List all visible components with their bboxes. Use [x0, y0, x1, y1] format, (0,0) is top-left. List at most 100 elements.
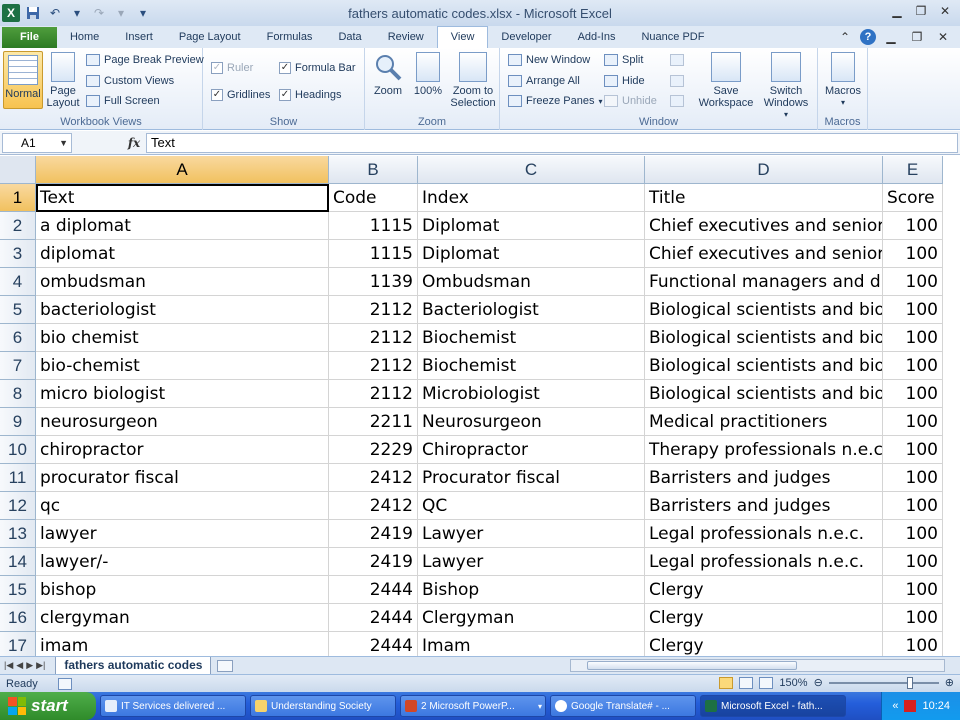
- tab-formulas[interactable]: Formulas: [254, 27, 326, 48]
- cell-e7[interactable]: 100: [883, 352, 943, 380]
- cell-b16[interactable]: 2444: [329, 604, 418, 632]
- save-workspace-button[interactable]: Save Workspace: [698, 52, 754, 109]
- redo-dropdown-icon[interactable]: ▾: [112, 4, 130, 22]
- cell-a9[interactable]: neurosurgeon: [36, 408, 329, 436]
- cell-c10[interactable]: Chiropractor: [418, 436, 645, 464]
- cell-b15[interactable]: 2444: [329, 576, 418, 604]
- normal-view-button[interactable]: Normal: [3, 51, 43, 109]
- cell-d13[interactable]: Legal professionals n.e.c.: [645, 520, 883, 548]
- cell-e15[interactable]: 100: [883, 576, 943, 604]
- cell-e4[interactable]: 100: [883, 268, 943, 296]
- cell-d1[interactable]: Title: [645, 184, 883, 212]
- cell-e10[interactable]: 100: [883, 436, 943, 464]
- row-header[interactable]: 9: [0, 408, 36, 436]
- switch-windows-button[interactable]: Switch Windows ▾: [756, 52, 816, 121]
- select-all-corner[interactable]: [0, 156, 36, 184]
- cell-a6[interactable]: bio chemist: [36, 324, 329, 352]
- cell-c5[interactable]: Bacteriologist: [418, 296, 645, 324]
- cell-b2[interactable]: 1115: [329, 212, 418, 240]
- cell-b13[interactable]: 2419: [329, 520, 418, 548]
- row-header[interactable]: 6: [0, 324, 36, 352]
- horizontal-scrollbar[interactable]: [570, 659, 945, 672]
- zoom-to-selection-button[interactable]: Zoom to Selection: [449, 52, 497, 109]
- full-screen-button[interactable]: Full Screen: [86, 95, 160, 107]
- tab-insert[interactable]: Insert: [112, 27, 166, 48]
- cell-c14[interactable]: Lawyer: [418, 548, 645, 576]
- row-header[interactable]: 2: [0, 212, 36, 240]
- prev-sheet-icon[interactable]: ◀: [16, 660, 23, 671]
- cell-c15[interactable]: Bishop: [418, 576, 645, 604]
- cell-d15[interactable]: Clergy: [645, 576, 883, 604]
- next-sheet-icon[interactable]: ▶: [26, 660, 33, 671]
- synchronous-scrolling-button[interactable]: [670, 75, 684, 87]
- ruler-checkbox[interactable]: ✓ Ruler: [211, 62, 253, 74]
- cell-a4[interactable]: ombudsman: [36, 268, 329, 296]
- tab-view[interactable]: View: [436, 26, 489, 48]
- cell-d9[interactable]: Medical practitioners: [645, 408, 883, 436]
- zoom-100-button[interactable]: 100%: [411, 52, 445, 97]
- freeze-panes-button[interactable]: Freeze Panes ▾: [508, 95, 603, 107]
- cell-b1[interactable]: Code: [329, 184, 418, 212]
- row-header[interactable]: 8: [0, 380, 36, 408]
- tab-add-ins[interactable]: Add-Ins: [565, 27, 629, 48]
- row-header[interactable]: 15: [0, 576, 36, 604]
- row-header[interactable]: 4: [0, 268, 36, 296]
- page-break-status-icon[interactable]: [759, 676, 774, 689]
- cell-a17[interactable]: imam: [36, 632, 329, 656]
- row-header[interactable]: 12: [0, 492, 36, 520]
- cell-d12[interactable]: Barristers and judges: [645, 492, 883, 520]
- cell-c6[interactable]: Biochemist: [418, 324, 645, 352]
- workbook-minimize-icon[interactable]: ▁: [880, 28, 902, 46]
- minimize-icon[interactable]: ▁: [886, 2, 908, 20]
- workbook-restore-icon[interactable]: ❐: [906, 28, 928, 46]
- close-icon[interactable]: ✕: [934, 2, 956, 20]
- cell-c9[interactable]: Neurosurgeon: [418, 408, 645, 436]
- unhide-button[interactable]: Unhide: [604, 95, 657, 107]
- cell-b12[interactable]: 2412: [329, 492, 418, 520]
- row-header[interactable]: 5: [0, 296, 36, 324]
- cell-e8[interactable]: 100: [883, 380, 943, 408]
- insert-function-icon[interactable]: fx: [122, 136, 146, 150]
- cell-d6[interactable]: Biological scientists and bio: [645, 324, 883, 352]
- page-layout-status-icon[interactable]: [739, 676, 754, 689]
- horizontal-scrollbar-thumb[interactable]: [587, 661, 797, 670]
- cell-e12[interactable]: 100: [883, 492, 943, 520]
- cell-a5[interactable]: bacteriologist: [36, 296, 329, 324]
- cell-e2[interactable]: 100: [883, 212, 943, 240]
- cell-a1[interactable]: Text: [36, 184, 329, 212]
- tab-review[interactable]: Review: [375, 27, 437, 48]
- cell-a13[interactable]: lawyer: [36, 520, 329, 548]
- cell-d2[interactable]: Chief executives and senior: [645, 212, 883, 240]
- formula-input[interactable]: Text: [146, 132, 958, 153]
- minimize-ribbon-icon[interactable]: ⌃: [834, 28, 856, 46]
- cell-c2[interactable]: Diplomat: [418, 212, 645, 240]
- redo-icon[interactable]: ↷: [90, 4, 108, 22]
- split-button[interactable]: Split: [604, 54, 643, 66]
- cell-a12[interactable]: qc: [36, 492, 329, 520]
- taskbar-item-google-translate[interactable]: Google Translate# - ...: [550, 695, 696, 717]
- row-header[interactable]: 3: [0, 240, 36, 268]
- row-header[interactable]: 10: [0, 436, 36, 464]
- page-break-preview-button[interactable]: Page Break Preview: [86, 54, 204, 66]
- antivirus-icon[interactable]: [904, 700, 917, 712]
- cell-e16[interactable]: 100: [883, 604, 943, 632]
- insert-sheet-icon[interactable]: [217, 659, 234, 672]
- cell-c1[interactable]: Index: [418, 184, 645, 212]
- excel-logo-icon[interactable]: X: [2, 4, 20, 22]
- gridlines-checkbox[interactable]: ✓ Gridlines: [211, 89, 270, 101]
- column-header-a[interactable]: A: [36, 156, 329, 184]
- cell-c3[interactable]: Diplomat: [418, 240, 645, 268]
- first-sheet-icon[interactable]: |◀: [4, 660, 13, 671]
- customize-qat-icon[interactable]: ▾: [134, 4, 152, 22]
- sheet-tab-fathers-automatic-codes[interactable]: fathers automatic codes: [55, 656, 212, 675]
- hide-button[interactable]: Hide: [604, 75, 645, 87]
- macros-button[interactable]: Macros ▾: [824, 52, 862, 109]
- cell-e17[interactable]: 100: [883, 632, 943, 656]
- row-header[interactable]: 14: [0, 548, 36, 576]
- reset-window-position-button[interactable]: [670, 95, 684, 107]
- cell-c11[interactable]: Procurator fiscal: [418, 464, 645, 492]
- cell-b7[interactable]: 2112: [329, 352, 418, 380]
- headings-checkbox[interactable]: ✓ Headings: [279, 89, 341, 101]
- cell-c4[interactable]: Ombudsman: [418, 268, 645, 296]
- cell-b10[interactable]: 2229: [329, 436, 418, 464]
